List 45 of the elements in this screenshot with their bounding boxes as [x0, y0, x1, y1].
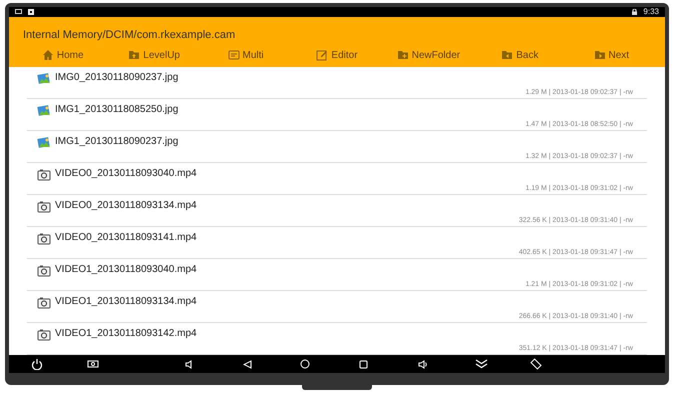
rotate-icon[interactable]	[530, 358, 542, 370]
list-box-icon	[228, 49, 240, 61]
toolbar-button[interactable]: Editor	[291, 48, 383, 62]
folder-path: Internal Memory/DCIM/com.rkexample.cam	[23, 28, 236, 42]
camera-file-icon	[37, 231, 51, 245]
screen-icon	[15, 9, 22, 15]
camera-file-icon	[37, 199, 51, 213]
file-name: IMG1_20130118085250.jpg	[55, 102, 178, 116]
screenshot-icon[interactable]	[87, 359, 99, 369]
toolbar-button[interactable]: NewFolder	[382, 48, 474, 62]
house-icon	[42, 49, 54, 61]
folder-plus-icon	[396, 49, 409, 61]
back-icon[interactable]	[243, 360, 252, 368]
toolbar-button[interactable]: Next	[566, 48, 657, 62]
camera-file-icon	[37, 167, 51, 181]
file-name: VIDEO0_20130118093141.mp4	[55, 230, 197, 244]
image-file-icon	[37, 71, 51, 85]
volume-up-icon[interactable]	[418, 360, 428, 368]
file-name: VIDEO0_20130118093040.mp4	[55, 166, 197, 180]
file-name: VIDEO1_20130118093134.mp4	[55, 294, 197, 308]
chevron-down-icon[interactable]	[475, 359, 488, 369]
folder-back-icon	[501, 49, 514, 61]
folder-next-icon	[594, 49, 606, 61]
file-name: VIDEO1_20130118093040.mp4	[55, 262, 197, 276]
home-icon[interactable]	[300, 359, 310, 369]
toolbar-button[interactable]: LevelUp	[108, 48, 200, 62]
folder-up-icon	[128, 49, 140, 61]
power-icon[interactable]	[31, 358, 43, 370]
file-name: VIDEO0_20130118093134.mp4	[55, 198, 197, 212]
file-name: VIDEO1_20130118093142.mp4	[55, 326, 197, 340]
file-name: IMG1_20130118090237.jpg	[55, 134, 178, 148]
camera-file-icon	[37, 327, 51, 341]
file-name: IMG0_20130118090237.jpg	[55, 70, 178, 84]
volume-down-icon[interactable]	[185, 360, 193, 368]
toolbar-button[interactable]: Home	[17, 48, 108, 62]
toolbar-button[interactable]: Multi	[200, 48, 292, 62]
lock-icon	[632, 9, 638, 15]
toolbar-button[interactable]: Back	[474, 48, 566, 62]
edit-icon	[316, 49, 328, 61]
image-file-icon	[37, 135, 51, 149]
camera-file-icon	[37, 263, 51, 277]
recents-icon[interactable]	[359, 360, 368, 368]
camera-file-icon	[37, 295, 51, 309]
clock-time: 9:33	[643, 8, 659, 16]
image-file-icon	[37, 103, 51, 117]
